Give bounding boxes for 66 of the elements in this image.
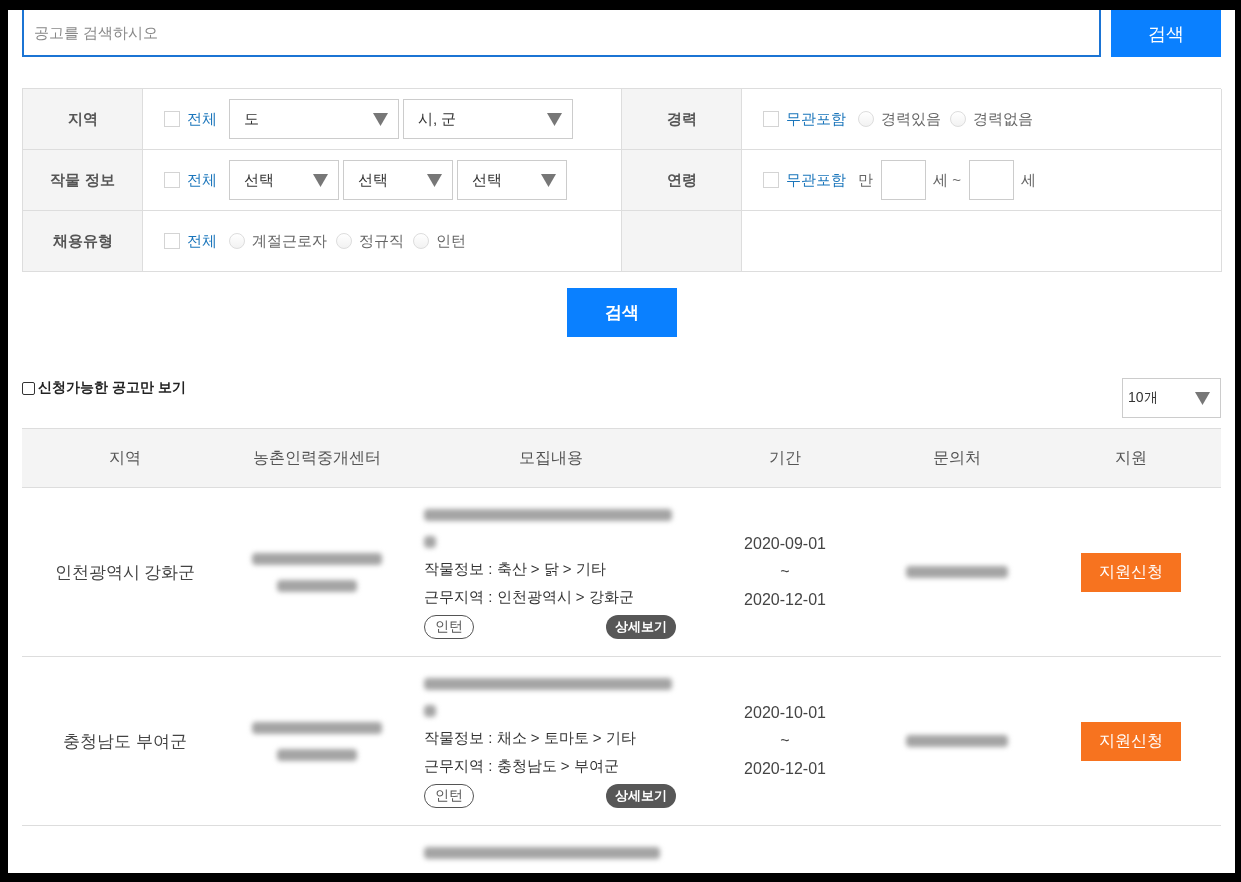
option-label[interactable]: 무관포함: [786, 170, 846, 190]
radio-button[interactable]: [858, 111, 874, 127]
column-header: 지역: [109, 447, 141, 468]
column-header: 지원: [1115, 447, 1147, 468]
job-type-tag: 인턴: [424, 784, 474, 808]
age-input[interactable]: [881, 160, 926, 200]
caret-icon: [313, 173, 328, 187]
dropdown[interactable]: 시, 군: [403, 99, 573, 139]
option-label[interactable]: 무관포함: [786, 109, 846, 129]
filter-label: 경력: [622, 89, 742, 150]
blurred-text: [424, 535, 436, 548]
search-button[interactable]: 검색: [1111, 10, 1221, 57]
job-type-tag: 인턴: [424, 615, 474, 639]
unit-label: 만: [858, 170, 873, 190]
caret-icon: [1195, 391, 1210, 405]
unit-label: 세: [1020, 170, 1036, 190]
caret-icon: [547, 112, 562, 126]
dropdown[interactable]: 선택: [229, 160, 339, 200]
filter-label: 채용유형: [23, 211, 143, 272]
column-header: 농촌인력중개센터: [252, 447, 381, 468]
age-input[interactable]: [968, 160, 1014, 200]
option-label[interactable]: 신청가능한 공고만 보기: [38, 379, 186, 397]
radio-button[interactable]: [336, 233, 352, 249]
detail-button[interactable]: 상세보기: [606, 615, 676, 639]
checkbox[interactable]: [22, 381, 35, 395]
radio-button[interactable]: [950, 111, 966, 127]
dropdown[interactable]: 선택: [457, 160, 567, 200]
unit-label: 세 ~: [933, 170, 961, 190]
dropdown[interactable]: 선택: [343, 160, 453, 200]
caret-icon: [427, 173, 442, 187]
period-date: 2020-12-01: [744, 759, 826, 779]
caret-icon: [373, 112, 388, 126]
radio-button[interactable]: [413, 233, 429, 249]
option-label[interactable]: 전체: [187, 109, 217, 129]
detail-button[interactable]: 상세보기: [606, 784, 676, 808]
period-date: 2020-12-01: [744, 590, 826, 610]
option-label[interactable]: 경력있음: [881, 109, 941, 129]
option-label[interactable]: 인턴: [436, 231, 466, 251]
radio-button[interactable]: [229, 233, 245, 249]
option-label[interactable]: 경력없음: [973, 109, 1033, 129]
crop-info: 작물정보 : 채소 > 토마토 > 기타: [424, 728, 636, 748]
caret-icon: [541, 173, 556, 187]
option-label[interactable]: 계절근로자: [252, 231, 327, 251]
column-header: 기간: [769, 447, 801, 468]
filter-label: 작물 정보: [23, 150, 143, 211]
period-separator: ~: [780, 562, 790, 582]
page-size-dropdown[interactable]: 10개: [1122, 378, 1221, 418]
filter-label: 연령: [622, 150, 742, 211]
dropdown[interactable]: 도: [229, 99, 399, 139]
period-date: 2020-09-01: [744, 534, 826, 554]
search-field[interactable]: 공고를 검색하시오: [22, 10, 1101, 57]
crop-info: 작물정보 : 축산 > 닭 > 기타: [424, 559, 606, 579]
option-label[interactable]: 전체: [187, 170, 217, 190]
option-label[interactable]: 전체: [187, 231, 217, 251]
blurred-text: [424, 704, 436, 717]
period-separator: ~: [780, 731, 790, 751]
column-header: 모집내용: [519, 447, 583, 468]
period-date: 2020-10-01: [744, 703, 826, 723]
work-area: 근무지역 : 인천광역시 > 강화군: [424, 583, 634, 611]
filter-label: 지역: [23, 89, 143, 150]
work-area: 근무지역 : 충청남도 > 부여군: [424, 752, 619, 780]
option-label[interactable]: 정규직: [359, 231, 404, 251]
search-button[interactable]: 검색: [566, 288, 677, 337]
region-text: 인천광역시 강화군: [54, 561, 196, 584]
column-header: 문의처: [933, 447, 981, 468]
region-text: 충청남도 부여군: [63, 730, 187, 753]
